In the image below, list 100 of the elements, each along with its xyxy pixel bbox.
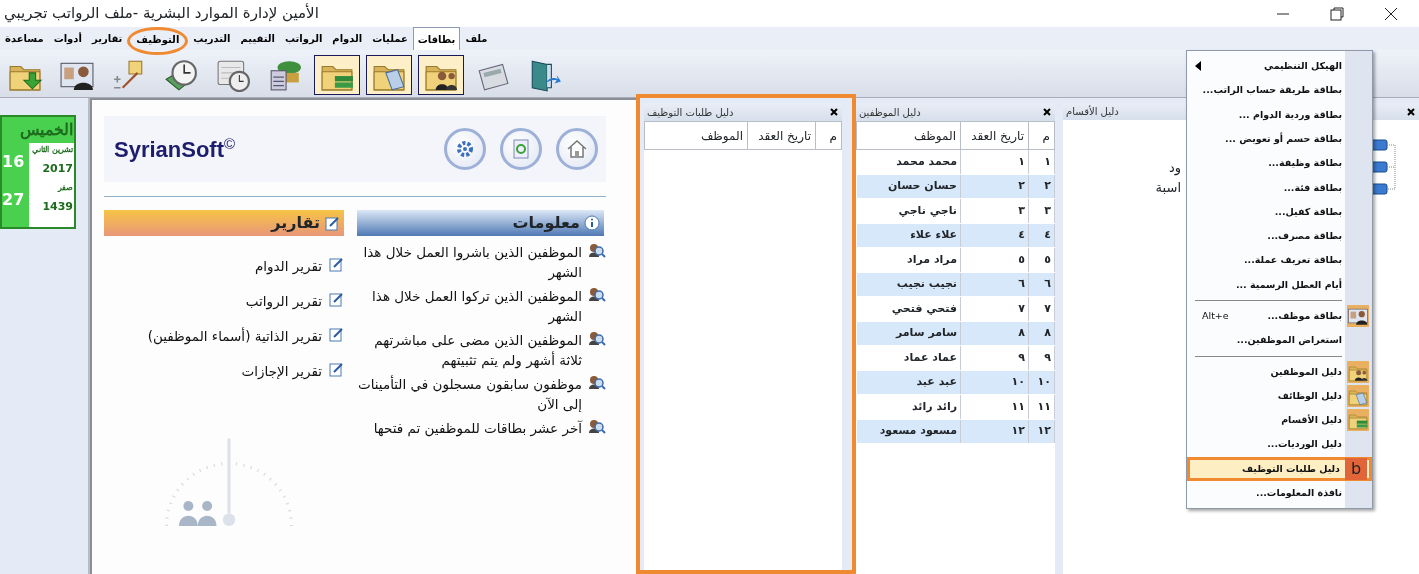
menu-item[interactable]: بطاقة فئة... bbox=[1187, 175, 1372, 200]
table-cell: ٣ bbox=[1028, 198, 1055, 223]
column-header: الموظف bbox=[644, 121, 748, 150]
maximize-icon[interactable] bbox=[1329, 5, 1345, 22]
info-link[interactable]: الموظفين الذين مضى على مباشرتهم ثلاثة أشهر ولم يتم تثبيتهم bbox=[357, 330, 582, 370]
close-icon[interactable] bbox=[829, 107, 839, 117]
calendar-clock-icon bbox=[216, 58, 250, 92]
info-link[interactable]: موظفون سابقون مسجلون في التأمينات إلى الآن bbox=[357, 374, 582, 414]
notepad-icon bbox=[324, 215, 340, 231]
menu-item[interactable]: الرواتب bbox=[279, 27, 328, 50]
menu-item[interactable]: تقارير bbox=[86, 27, 128, 50]
table-cell: ١ bbox=[1028, 149, 1055, 174]
menu-item[interactable]: بطاقة وظيفة... bbox=[1187, 151, 1372, 176]
report-link[interactable]: تقرير الدوام bbox=[254, 256, 322, 276]
refresh-button[interactable] bbox=[500, 128, 542, 170]
table-cell: ٧ bbox=[1028, 296, 1055, 321]
people-search-icon bbox=[588, 330, 606, 348]
table-cell: ناجي ناجي bbox=[856, 198, 961, 223]
menu-item[interactable]: بطاقة حسم أو تعويض ... bbox=[1187, 126, 1372, 152]
menu-item[interactable]: التدريب bbox=[188, 27, 236, 50]
home-button[interactable] bbox=[556, 128, 598, 170]
close-icon[interactable] bbox=[1042, 107, 1052, 117]
people-search-icon bbox=[588, 374, 606, 392]
year-label: 2017 bbox=[41, 161, 74, 177]
menu-item[interactable]: الهيكل التنظيمي bbox=[1187, 54, 1372, 79]
menu-item[interactable]: بطاقات bbox=[412, 27, 461, 50]
info-icon bbox=[584, 215, 600, 231]
day-number: 16 bbox=[2, 151, 26, 173]
column-header: تاريخ العقد bbox=[960, 121, 1029, 150]
hijri-day-number: 27 bbox=[2, 189, 26, 211]
table-cell: مراد مراد bbox=[856, 247, 961, 272]
menu-item[interactable]: عمليات bbox=[367, 27, 413, 50]
letter-icon: b bbox=[1345, 457, 1367, 480]
info-link[interactable]: الموظفين الذين تركوا العمل خلال هذا الشهر bbox=[357, 286, 582, 326]
info-link[interactable]: الموظفين الذين باشروا العمل خلال هذا الشهر bbox=[357, 242, 582, 282]
menu-item[interactable]: بطاقة وردية الدوام ... bbox=[1187, 102, 1372, 127]
table-cell: فتحي فتحي bbox=[856, 296, 961, 321]
settings-button[interactable] bbox=[444, 128, 486, 170]
report-link[interactable]: تقرير الإجازات bbox=[241, 361, 322, 381]
menu-item[interactable]: استعراض الموظفين... bbox=[1187, 328, 1372, 353]
tree-label: اسبة bbox=[1155, 178, 1181, 197]
info-link[interactable]: آخر عشر بطاقات للموظفين تم فتحها bbox=[357, 418, 582, 438]
notepad-icon bbox=[328, 326, 344, 342]
people-search-icon bbox=[588, 286, 606, 304]
notepad-icon bbox=[328, 291, 344, 307]
tree-label: ود bbox=[1168, 159, 1181, 178]
table-cell: سامر سامر bbox=[856, 321, 961, 346]
column-header: تاريخ العقد bbox=[747, 121, 816, 150]
menu-item[interactable]: بطاقة كفيل... bbox=[1187, 199, 1372, 225]
table-cell: ١ bbox=[960, 149, 1029, 174]
logo-text: SyrianSoft$^{©}$ bbox=[114, 134, 236, 164]
table-cell: ٩ bbox=[1028, 345, 1055, 370]
report-link[interactable]: تقرير الذاتية (أسماء الموظفين) bbox=[147, 326, 322, 346]
home-icon bbox=[565, 137, 589, 161]
table-cell: ١١ bbox=[1028, 394, 1055, 419]
panel-title: دليل طلبات التوظيف bbox=[647, 105, 734, 120]
menu-item[interactable]: بطاقة طريقة حساب الراتب... bbox=[1187, 78, 1372, 103]
table-cell: ٣ bbox=[960, 198, 1029, 223]
menu-item[interactable]: دليل الوظائف bbox=[1187, 383, 1372, 409]
menu-item[interactable]: بطاقة مصرف... bbox=[1187, 224, 1372, 249]
toolbar-button[interactable] bbox=[366, 55, 412, 95]
people-search-icon bbox=[588, 242, 606, 260]
menu-item[interactable]: أيام العطل الرسمية ... bbox=[1187, 272, 1372, 297]
table-cell: حسان حسان bbox=[856, 174, 961, 199]
menu-item[interactable]: دليل الأقسام bbox=[1187, 408, 1372, 433]
table-cell: رائد رائد bbox=[856, 394, 961, 419]
table-cell: محمد محمد bbox=[856, 149, 961, 174]
panel-title: دليل الموظفين bbox=[859, 105, 921, 120]
menu-item[interactable]: التقييم bbox=[235, 27, 280, 50]
close-icon[interactable] bbox=[1406, 106, 1416, 117]
notepad-icon bbox=[328, 361, 344, 377]
toolbar-button[interactable] bbox=[314, 55, 360, 95]
table-cell: مسعود مسعود bbox=[856, 419, 961, 444]
table-cell: عبد عبد bbox=[856, 370, 961, 395]
table-cell: عماد عماد bbox=[856, 345, 961, 370]
info-title: معلومات bbox=[512, 212, 580, 234]
reports-title: تقارير bbox=[271, 212, 320, 234]
menu-item[interactable]: نافذة المعلومات... bbox=[1187, 481, 1372, 506]
column-header: الموظف bbox=[856, 121, 961, 150]
menu-item[interactable]: دليل الموظفين bbox=[1187, 359, 1372, 384]
submenu-arrow-icon bbox=[1194, 60, 1202, 73]
people-search-icon bbox=[588, 418, 606, 436]
menu-item[interactable]: ملف bbox=[460, 27, 493, 50]
table-cell: ٥ bbox=[960, 247, 1029, 272]
window-title: الأمين لإدارة الموارد البشرية -ملف الرواتب تجريبي bbox=[3, 2, 319, 25]
id-card-icon bbox=[1348, 306, 1368, 327]
clock-book-icon bbox=[164, 58, 198, 92]
menu-item[interactable]: دليل الورديات... bbox=[1187, 432, 1372, 457]
menu-item[interactable]: بطاقة تعريف عملة... bbox=[1187, 248, 1372, 273]
hijri-year-label: 1439 bbox=[41, 199, 74, 215]
close-icon[interactable] bbox=[1383, 5, 1399, 22]
menu-item[interactable]: الدوام bbox=[327, 27, 368, 50]
menu-item[interactable]: أدوات bbox=[48, 27, 87, 50]
menu-item[interactable]: مساعدة bbox=[0, 27, 49, 50]
toolbar-button[interactable] bbox=[418, 55, 464, 95]
column-header: م bbox=[815, 121, 842, 150]
table-cell: نجيب نجيب bbox=[856, 272, 961, 297]
report-link[interactable]: تقرير الرواتب bbox=[245, 291, 322, 311]
notepad-icon bbox=[328, 256, 344, 272]
table-cell: ٩ bbox=[960, 345, 1029, 370]
